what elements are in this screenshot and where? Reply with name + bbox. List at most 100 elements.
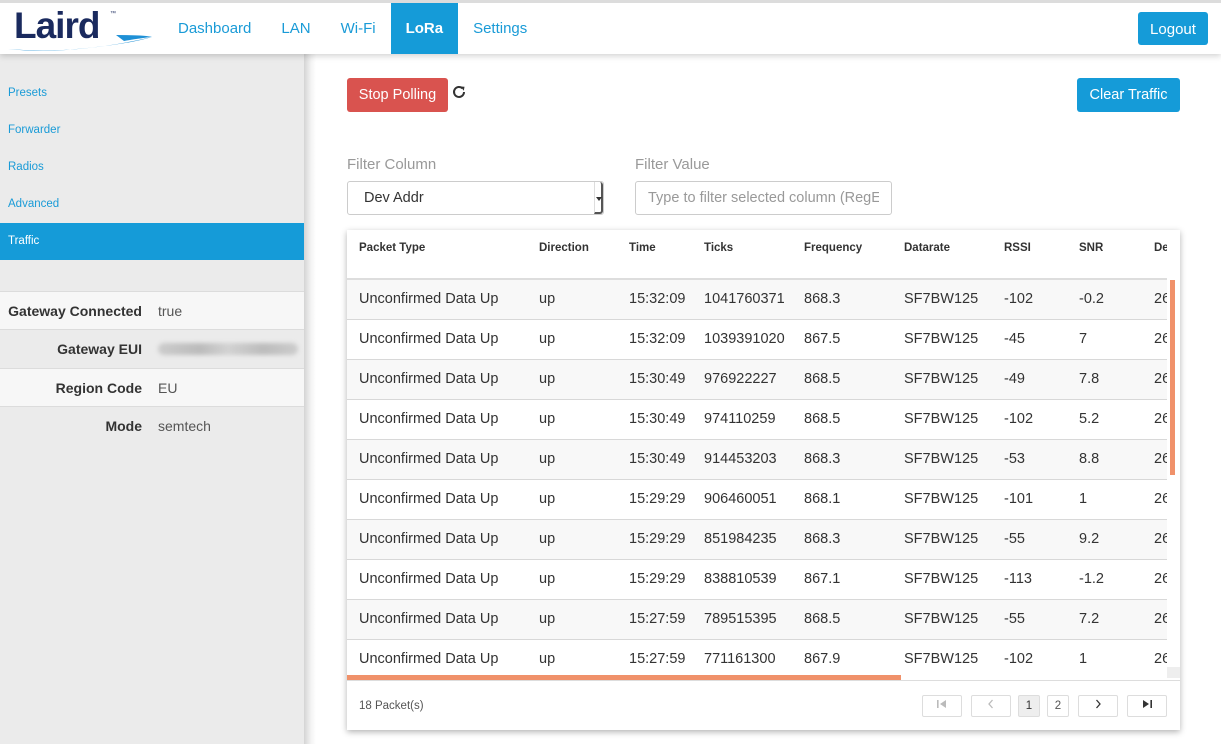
cell-dev-addr: 26 <box>1142 479 1167 520</box>
cell-packet-type: Unconfirmed Data Up <box>347 599 527 640</box>
cell-time: 15:29:29 <box>617 559 692 600</box>
nav-wifi[interactable]: Wi-Fi <box>326 3 391 54</box>
cell-dev-addr: 26 <box>1142 399 1167 440</box>
cell-dev-addr: 26 <box>1142 639 1167 678</box>
filter-column-value: Dev Addr <box>364 190 424 206</box>
packet-count: 18 Packet(s) <box>359 700 424 712</box>
table-row[interactable]: Unconfirmed Data Up up 15:30:49 976922227 86… <box>347 359 1167 400</box>
cell-snr: 1 <box>1067 479 1142 520</box>
cell-snr: 5.2 <box>1067 399 1142 440</box>
redacted-eui <box>158 343 298 355</box>
table-row[interactable]: Unconfirmed Data Up up 15:27:59 771161300 86… <box>347 639 1167 678</box>
stop-polling-button[interactable]: Stop Polling <box>347 78 448 112</box>
column-header-datarate[interactable]: Datarate <box>892 230 992 280</box>
cell-rssi: -113 <box>992 559 1067 600</box>
column-header-frequency[interactable]: Frequency <box>792 230 892 280</box>
cell-packet-type: Unconfirmed Data Up <box>347 279 527 320</box>
cell-rssi: -53 <box>992 439 1067 480</box>
cell-packet-type: Unconfirmed Data Up <box>347 359 527 400</box>
cell-ticks: 974110259 <box>692 399 792 440</box>
cell-direction: up <box>527 479 617 520</box>
cell-frequency: 867.5 <box>792 319 892 360</box>
sidebar-item-forwarder[interactable]: Forwarder <box>0 112 304 149</box>
cell-datarate: SF7BW125 <box>892 359 992 400</box>
info-label: Region Code <box>55 380 142 396</box>
cell-time: 15:27:59 <box>617 639 692 678</box>
cell-datarate: SF7BW125 <box>892 399 992 440</box>
filter-column-select[interactable]: Dev Addr <box>347 181 604 215</box>
cell-frequency: 868.3 <box>792 439 892 480</box>
table-row[interactable]: Unconfirmed Data Up up 15:30:49 974110259 86… <box>347 399 1167 440</box>
vertical-scrollbar-thumb[interactable] <box>1170 280 1175 475</box>
chevron-down-icon <box>594 182 603 214</box>
cell-direction: up <box>527 639 617 678</box>
nav-dashboard[interactable]: Dashboard <box>163 3 266 54</box>
traffic-table: Packet Type Direction Time Ticks Frequen… <box>347 230 1167 678</box>
laird-logo[interactable]: Laird ™ <box>6 5 152 53</box>
prev-page-button[interactable] <box>971 695 1011 717</box>
cell-ticks: 976922227 <box>692 359 792 400</box>
column-header-ticks[interactable]: Ticks <box>692 230 792 280</box>
nav-settings[interactable]: Settings <box>458 3 542 54</box>
sidebar-item-presets[interactable]: Presets <box>0 75 304 112</box>
page-1-button[interactable]: 1 <box>1018 695 1040 717</box>
last-page-icon <box>1143 700 1152 708</box>
last-page-button[interactable] <box>1127 695 1167 717</box>
table-body: Unconfirmed Data Up up 15:32:09 1041760371 8… <box>347 279 1167 678</box>
filter-value-input[interactable] <box>635 181 892 215</box>
logo-text: Laird <box>14 5 100 46</box>
cell-packet-type: Unconfirmed Data Up <box>347 639 527 678</box>
cell-ticks: 789515395 <box>692 599 792 640</box>
table-row[interactable]: Unconfirmed Data Up up 15:29:29 838810539 86… <box>347 559 1167 600</box>
column-header-direction[interactable]: Direction <box>527 230 617 280</box>
filter-value-label: Filter Value <box>635 156 710 173</box>
cell-frequency: 867.9 <box>792 639 892 678</box>
column-header-rssi[interactable]: RSSI <box>992 230 1067 280</box>
column-header-snr[interactable]: SNR <box>1067 230 1142 280</box>
cell-ticks: 1039391020 <box>692 319 792 360</box>
cell-time: 15:29:29 <box>617 479 692 520</box>
cell-direction: up <box>527 599 617 640</box>
cell-ticks: 838810539 <box>692 559 792 600</box>
sidebar-item-radios[interactable]: Radios <box>0 149 304 186</box>
page-2-button[interactable]: 2 <box>1047 695 1069 717</box>
table-row[interactable]: Unconfirmed Data Up up 15:29:29 851984235 86… <box>347 519 1167 560</box>
cell-packet-type: Unconfirmed Data Up <box>347 319 527 360</box>
cell-direction: up <box>527 279 617 320</box>
cell-time: 15:29:29 <box>617 519 692 560</box>
column-header-packet-type[interactable]: Packet Type <box>347 230 527 280</box>
info-label: Gateway Connected <box>8 303 142 319</box>
refresh-icon[interactable] <box>451 84 467 100</box>
nav-lan[interactable]: LAN <box>266 3 325 54</box>
cell-ticks: 914453203 <box>692 439 792 480</box>
sidebar-item-traffic[interactable]: Traffic <box>0 223 304 260</box>
cell-ticks: 771161300 <box>692 639 792 678</box>
cell-snr: 9.2 <box>1067 519 1142 560</box>
prev-page-icon <box>988 699 993 709</box>
info-row-region-code: Region Code EU <box>0 368 304 406</box>
clear-traffic-button[interactable]: Clear Traffic <box>1077 78 1180 112</box>
cell-time: 15:30:49 <box>617 359 692 400</box>
info-row-mode: Mode semtech <box>0 406 304 444</box>
table-row[interactable]: Unconfirmed Data Up up 15:32:09 1041760371 8… <box>347 279 1167 320</box>
table-row[interactable]: Unconfirmed Data Up up 15:32:09 1039391020 8… <box>347 319 1167 360</box>
column-header-dev-addr[interactable]: Dev <box>1142 230 1167 280</box>
column-header-time[interactable]: Time <box>617 230 692 280</box>
cell-dev-addr: 26 <box>1142 519 1167 560</box>
logout-button[interactable]: Logout <box>1138 12 1208 45</box>
cell-time: 15:30:49 <box>617 399 692 440</box>
table-row[interactable]: Unconfirmed Data Up up 15:30:49 914453203 86… <box>347 439 1167 480</box>
table-row[interactable]: Unconfirmed Data Up up 15:27:59 789515395 86… <box>347 599 1167 640</box>
first-page-button[interactable] <box>922 695 962 717</box>
cell-direction: up <box>527 519 617 560</box>
cell-rssi: -101 <box>992 479 1067 520</box>
cell-rssi: -102 <box>992 279 1067 320</box>
next-page-button[interactable] <box>1078 695 1118 717</box>
sidebar-item-advanced[interactable]: Advanced <box>0 186 304 223</box>
cell-time: 15:30:49 <box>617 439 692 480</box>
table-row[interactable]: Unconfirmed Data Up up 15:29:29 906460051 86… <box>347 479 1167 520</box>
cell-dev-addr: 26 <box>1142 599 1167 640</box>
nav-lora[interactable]: LoRa <box>390 3 459 54</box>
cell-datarate: SF7BW125 <box>892 519 992 560</box>
vertical-scrollbar[interactable] <box>1167 280 1180 678</box>
